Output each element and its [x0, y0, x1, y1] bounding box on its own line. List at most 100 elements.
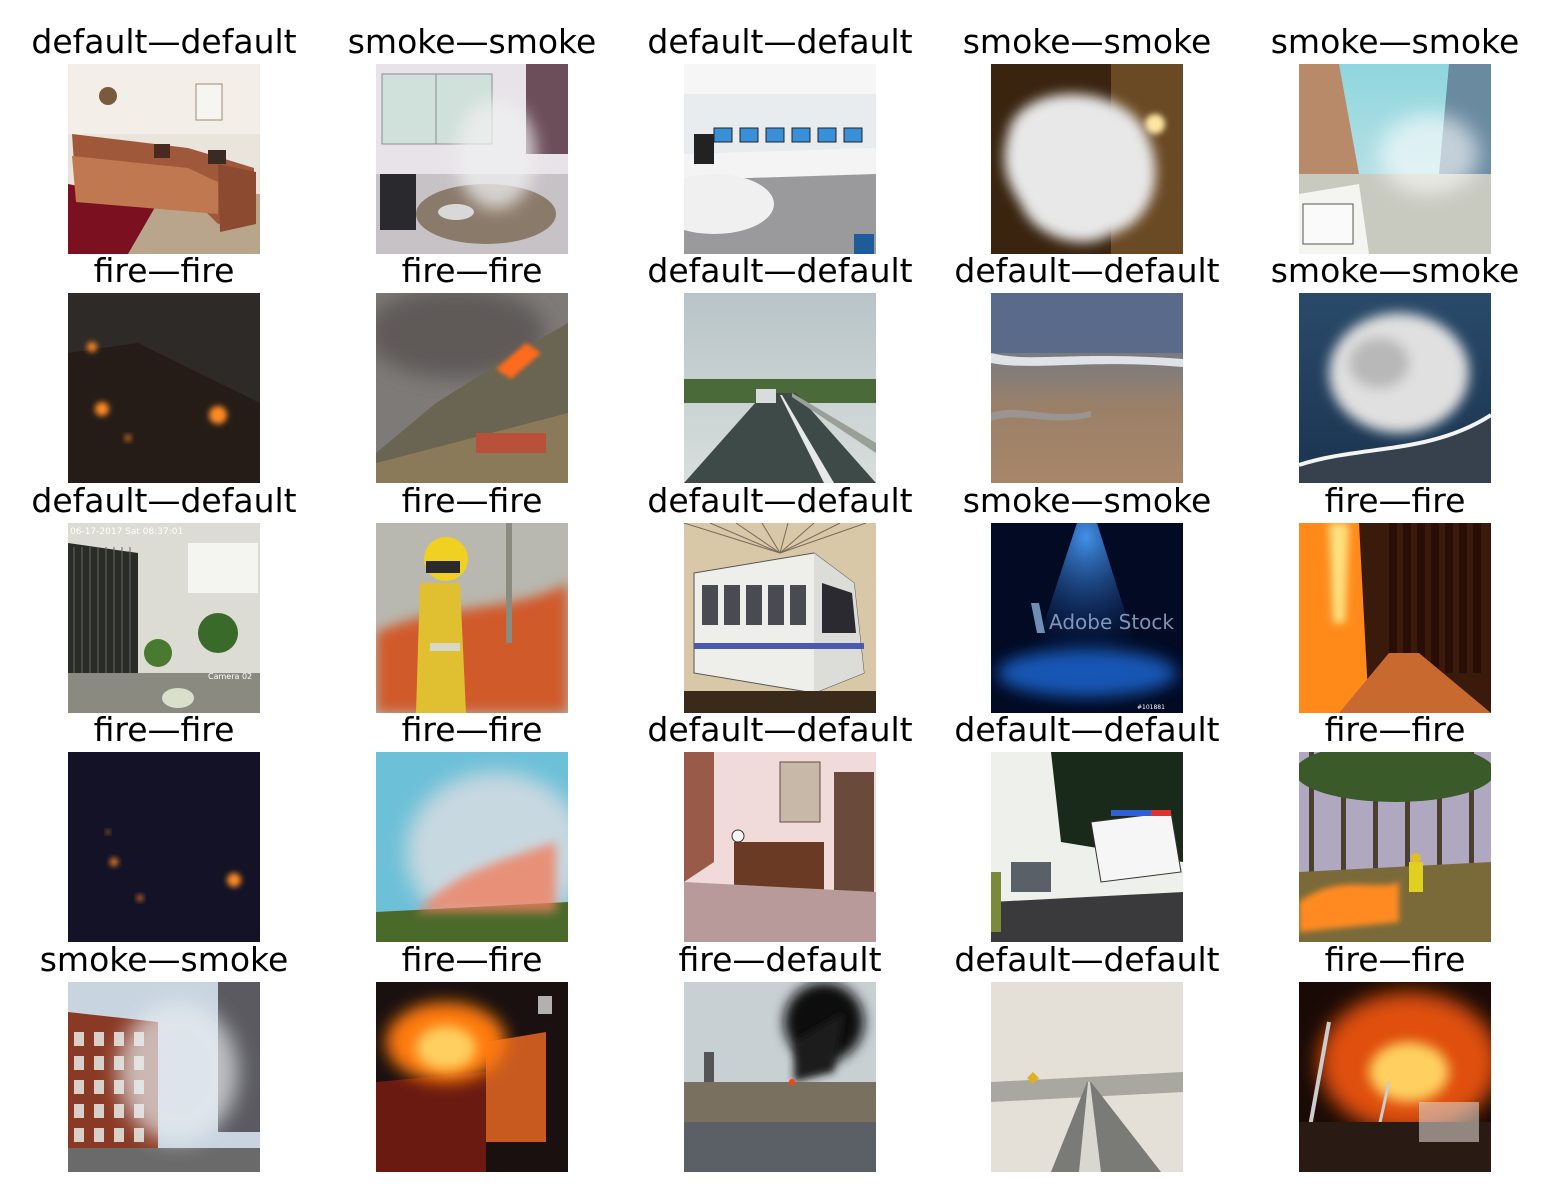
image-thumbnail: [684, 523, 876, 713]
grid-cell: default—default: [14, 22, 314, 254]
grid-cell: fire—fire: [14, 710, 314, 942]
grid-cell: default—default: [937, 251, 1237, 483]
cell-title: fire—default: [678, 940, 882, 979]
blue-stage-light-image: Adobe Stock#101881: [991, 523, 1183, 713]
cell-title: smoke—smoke: [39, 940, 289, 979]
cctv-timestamp: 06-17-2017 Sat 08:37:01: [70, 527, 183, 537]
cell-title: fire—fire: [1324, 710, 1466, 749]
street-smoke-image: [1299, 64, 1491, 254]
cell-title: default—default: [647, 251, 913, 290]
cell-title: fire—fire: [401, 251, 543, 290]
cctv-camera-label: Camera 02: [208, 672, 252, 681]
train-image: [684, 523, 876, 713]
cell-title: default—default: [647, 481, 913, 520]
cell-title: default—default: [647, 710, 913, 749]
cell-title: smoke—smoke: [1270, 22, 1520, 61]
grid-cell: smoke—smoke Adobe Stock #101881: [937, 481, 1237, 713]
grid-cell: default—default: [630, 710, 930, 942]
grid-cell: fire—fire: [1245, 940, 1545, 1172]
image-thumbnail: [1299, 523, 1491, 713]
bedroom-dresser-image: [684, 752, 876, 942]
grid-cell: default—default: [937, 710, 1237, 942]
cell-title: default—default: [954, 940, 1220, 979]
smoke-plume-fire-image: [376, 752, 568, 942]
snowy-road-image: [991, 982, 1183, 1172]
building-smoke-image: [68, 982, 260, 1172]
cell-title: default—default: [31, 22, 297, 61]
image-thumbnail: [991, 64, 1183, 254]
cell-title: smoke—smoke: [962, 22, 1212, 61]
grid-cell: default—default: [630, 22, 930, 254]
image-thumbnail: [376, 982, 568, 1172]
beach-image: [991, 293, 1183, 483]
grid-cell: smoke—smoke: [14, 940, 314, 1172]
police-car-road-image: [991, 752, 1183, 942]
firefighter-image: [376, 523, 568, 713]
grid-cell: smoke—smoke: [1245, 22, 1545, 254]
image-thumbnail: [68, 752, 260, 942]
image-thumbnail: [376, 293, 568, 483]
image-thumbnail: [1299, 752, 1491, 942]
cell-title: smoke—smoke: [347, 22, 597, 61]
image-thumbnail: [68, 982, 260, 1172]
grid-cell: fire—fire: [322, 251, 622, 483]
forest-fire-road-image: [1299, 523, 1491, 713]
image-thumbnail: [376, 523, 568, 713]
grid-cell: default—default: [937, 940, 1237, 1172]
grid-cell: default—default: [630, 251, 930, 483]
grid-cell: smoke—smoke: [1245, 251, 1545, 483]
living-room-sofa-image: [68, 64, 260, 254]
image-thumbnail: [991, 293, 1183, 483]
image-thumbnail: [1299, 64, 1491, 254]
cell-title: fire—fire: [93, 251, 235, 290]
sea-smoke-cloud-image: [1299, 293, 1491, 483]
grid-cell: fire—fire: [322, 481, 622, 713]
white-smoke-dark-room-image: [991, 64, 1183, 254]
cell-title: fire—fire: [1324, 940, 1466, 979]
image-thumbnail: [684, 752, 876, 942]
highway-image: [684, 293, 876, 483]
cell-title: fire—fire: [401, 940, 543, 979]
grid-cell: fire—fire: [322, 940, 622, 1172]
cell-title: default—default: [31, 481, 297, 520]
cell-title: default—default: [954, 251, 1220, 290]
cell-title: fire—fire: [401, 481, 543, 520]
burning-building-night-image: [376, 982, 568, 1172]
cell-title: smoke—smoke: [962, 481, 1212, 520]
grid-cell: fire—default: [630, 940, 930, 1172]
image-thumbnail: 06-17-2017 Sat 08:37:01 Camera 02: [68, 523, 260, 713]
image-grid: default—default smoke—smoke default—defaul…: [0, 0, 1550, 1201]
cell-title: fire—fire: [1324, 481, 1466, 520]
grid-cell: fire—fire: [1245, 481, 1545, 713]
cell-title: default—default: [954, 710, 1220, 749]
kitchen-smoke-image: [376, 64, 568, 254]
grid-cell: default—default: [630, 481, 930, 713]
night-hill-fire-image: [68, 293, 260, 483]
image-thumbnail: [684, 64, 876, 254]
grid-cell: fire—fire: [322, 710, 622, 942]
image-thumbnail: [1299, 982, 1491, 1172]
office-computers-image: [684, 64, 876, 254]
image-thumbnail: [1299, 293, 1491, 483]
image-thumbnail: [684, 293, 876, 483]
image-thumbnail: [68, 64, 260, 254]
image-thumbnail: [684, 982, 876, 1172]
cell-title: smoke—smoke: [1270, 251, 1520, 290]
cell-title: default—default: [647, 22, 913, 61]
grid-cell: smoke—smoke: [937, 22, 1237, 254]
cell-title: fire—fire: [401, 710, 543, 749]
hillside-wildfire-image: [376, 293, 568, 483]
cctv-room-image: 06-17-2017 Sat 08:37:01 Camera 02: [68, 523, 260, 713]
house-fire-ladder-image: [1299, 982, 1491, 1172]
grid-cell: default—default 06-17-2017 Sat 08:37:01 Ca…: [14, 481, 314, 713]
grid-cell: fire—fire: [14, 251, 314, 483]
dark-night-fire-image: [68, 752, 260, 942]
factory-black-smoke-image: [684, 982, 876, 1172]
image-thumbnail: Adobe Stock #101881: [991, 523, 1183, 713]
image-thumbnail: [68, 293, 260, 483]
image-thumbnail: [376, 752, 568, 942]
image-thumbnail: [991, 752, 1183, 942]
grid-cell: fire—fire: [1245, 710, 1545, 942]
image-thumbnail: [376, 64, 568, 254]
stock-watermark: Adobe Stock: [1049, 610, 1174, 634]
